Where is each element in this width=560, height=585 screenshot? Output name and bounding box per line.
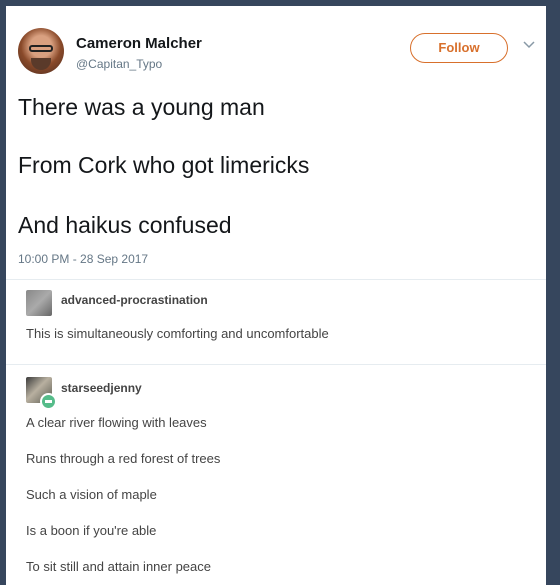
display-name[interactable]: Cameron Malcher [76,35,202,52]
tweet-text-line: From Cork who got limericks [18,152,310,178]
reblog-entry: advanced-procrastination This is simulta… [6,280,546,365]
reblog-entry: starseedjenny A clear river flowing with… [6,365,546,585]
tweet-text-line: There was a young man [18,94,265,120]
tweet-timestamp[interactable]: 10:00 PM - 28 Sep 2017 [18,252,148,266]
tweet-embed: Cameron Malcher @Capitan_Typo Follow The… [6,6,546,280]
reblog-comment-line: Is a boon if you're able [26,523,157,538]
reblogger-avatar[interactable] [26,290,52,316]
user-handle[interactable]: @Capitan_Typo [76,57,162,71]
reblog-comment-line: Such a vision of maple [26,487,157,502]
reblog-comment: This is simultaneously comforting and un… [26,326,329,341]
user-avatar[interactable] [18,28,64,74]
reblogger-username[interactable]: starseedjenny [61,381,142,395]
tweet-text-line: And haikus confused [18,212,232,238]
post-card: Cameron Malcher @Capitan_Typo Follow The… [6,6,546,585]
follow-badge-icon [40,393,57,410]
reblog-comment-line: A clear river flowing with leaves [26,415,207,430]
reblog-comment-line: To sit still and attain inner peace [26,559,211,574]
reblogger-username[interactable]: advanced-procrastination [61,293,208,307]
follow-button[interactable]: Follow [410,33,508,63]
reblog-comment-line: Runs through a red forest of trees [26,451,221,466]
chevron-down-icon[interactable] [521,36,537,52]
